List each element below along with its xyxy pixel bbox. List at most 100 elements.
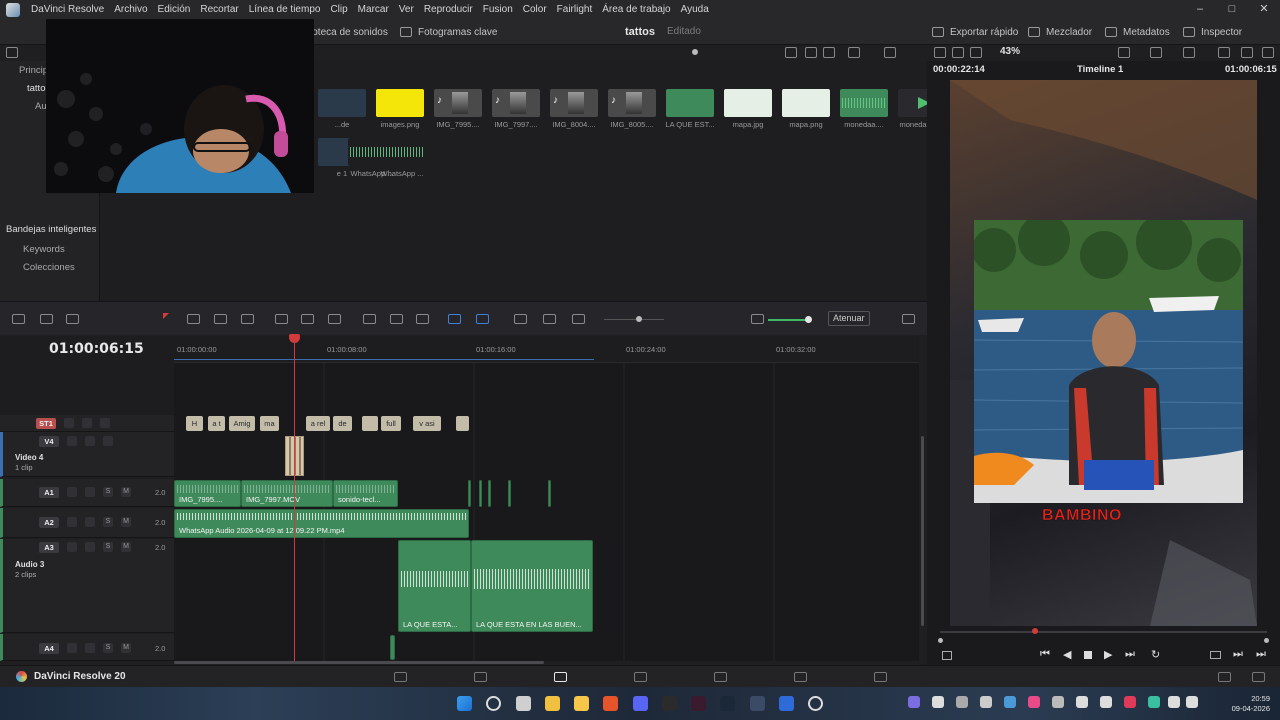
tray-icon[interactable] (1100, 696, 1112, 708)
auto-select-icon[interactable] (82, 418, 92, 428)
track-scrollbar[interactable] (921, 436, 924, 626)
play-icon[interactable]: ▶ (1104, 648, 1112, 661)
settings-gear-icon[interactable] (1252, 672, 1265, 682)
bin-audio[interactable]: Au (35, 101, 47, 112)
audio-clip-a1[interactable]: IMG_7995.... (174, 480, 241, 507)
app-icon[interactable] (779, 696, 794, 711)
media-thumbnail[interactable] (318, 89, 366, 117)
tray-icon[interactable] (932, 696, 944, 708)
tray-icon[interactable] (1052, 696, 1064, 708)
solo-button[interactable]: S (103, 517, 113, 527)
menu-color[interactable]: Color (518, 4, 552, 15)
list-view-icon[interactable] (823, 47, 835, 58)
subtitle-clip[interactable]: v asi (413, 416, 441, 431)
overwrite-clip-icon[interactable] (301, 314, 314, 324)
expand-icon[interactable] (1183, 47, 1195, 58)
subtitle-clip[interactable]: ma (260, 416, 279, 431)
track-header-st1[interactable]: ST1 (0, 415, 174, 432)
tray-icon[interactable] (980, 696, 992, 708)
attenuate-button[interactable]: Atenuar (828, 311, 870, 326)
track-header-a4[interactable]: A4 S M 2.0 (0, 634, 174, 661)
close-icon[interactable]: ✕ (1248, 0, 1280, 19)
mute-button[interactable]: M (121, 517, 131, 527)
speaker-icon[interactable] (1186, 696, 1198, 708)
strip-view-icon[interactable] (785, 47, 797, 58)
tray-icon[interactable] (1076, 696, 1088, 708)
task-view-icon[interactable] (516, 696, 531, 711)
audio-clip-a1[interactable] (488, 480, 491, 507)
safe-area-icon[interactable] (970, 47, 982, 58)
menu-edicion[interactable]: Edición (153, 4, 196, 15)
loop-icon[interactable]: ↻ (1151, 648, 1160, 661)
lock-icon[interactable] (67, 643, 77, 653)
subtitle-clip[interactable]: full (381, 416, 401, 431)
fusion-page-icon[interactable] (634, 672, 647, 682)
sort-icon[interactable] (884, 47, 896, 58)
fairlight-page-icon[interactable] (794, 672, 807, 682)
davinci-taskbar-icon[interactable] (750, 696, 765, 711)
tray-icon[interactable] (1124, 696, 1136, 708)
viewer-crop-icon[interactable] (942, 651, 952, 660)
start-icon[interactable] (457, 696, 472, 711)
search-icon[interactable] (486, 696, 501, 711)
bin-tattos[interactable]: tatto (27, 83, 46, 94)
menu-reproducir[interactable]: Reproducir (419, 4, 478, 15)
playhead[interactable] (294, 336, 295, 661)
widgets-icon[interactable] (545, 696, 560, 711)
fullscreen-icon[interactable] (1262, 47, 1274, 58)
track-header-a2[interactable]: A2 S M 2.0 (0, 508, 174, 538)
wifi-icon[interactable] (1168, 696, 1180, 708)
smart-bin-keywords[interactable]: Keywords (23, 244, 65, 255)
tray-icon[interactable] (1028, 696, 1040, 708)
skip-start-icon[interactable]: ⏮ (1040, 648, 1050, 661)
deliver-page-icon[interactable] (874, 672, 887, 682)
subtitle-clip[interactable]: H (186, 416, 203, 431)
marker-icon[interactable] (476, 314, 489, 324)
zoom-slider-knob[interactable] (636, 316, 642, 322)
dual-viewer-icon[interactable] (1241, 47, 1253, 58)
steam-icon[interactable] (720, 696, 735, 711)
subtitle-clip[interactable]: a rel (306, 416, 330, 431)
menu-ayuda[interactable]: Ayuda (676, 4, 714, 15)
viewer-zoom[interactable]: 43% (1000, 45, 1020, 59)
smart-bin-collections[interactable]: Colecciones (23, 262, 75, 273)
system-clock[interactable]: 20:59 09-04-2026 (1232, 694, 1270, 714)
minimize-icon[interactable]: – (1184, 0, 1216, 19)
app-icon[interactable] (691, 696, 706, 711)
track-view-icon[interactable] (40, 314, 53, 324)
tray-icon[interactable] (908, 696, 920, 708)
metadata-button[interactable]: Metadatos (1105, 19, 1170, 45)
zoom-slider-track[interactable] (604, 319, 664, 320)
volume-slider[interactable] (768, 319, 808, 321)
replace-clip-icon[interactable] (328, 314, 341, 324)
search-icon[interactable] (848, 47, 860, 58)
subtitle-icon[interactable] (100, 418, 110, 428)
next-edit-icon[interactable]: ⏭ (1233, 648, 1243, 661)
track-header-a1[interactable]: A1 S M 2.0 (0, 479, 174, 507)
zoom-detail-icon[interactable] (543, 314, 556, 324)
timeline-scrollbar[interactable] (174, 661, 544, 664)
media-thumbnail[interactable]: ♪ (434, 89, 482, 117)
selection-tool-icon[interactable] (163, 313, 169, 319)
media-thumbnail[interactable] (724, 89, 772, 117)
trim-tool-icon[interactable] (187, 314, 200, 324)
voiceover-icon[interactable] (66, 314, 79, 324)
brave-icon[interactable] (603, 696, 618, 711)
media-thumbnail[interactable] (840, 89, 888, 117)
auto-select-icon[interactable] (85, 517, 95, 527)
play-reverse-icon[interactable]: ◀ (1063, 648, 1071, 661)
skip-end-icon[interactable]: ⏭ (1125, 648, 1135, 661)
thumb-size-slider[interactable] (692, 49, 698, 55)
menu-linea-tiempo[interactable]: Línea de tiempo (244, 4, 326, 15)
audio-clip-a3[interactable]: LA QUE ESTA EN LAS BUEN... (471, 540, 593, 632)
audio-clip-a1[interactable]: sonido-tecl... (333, 480, 398, 507)
auto-select-icon[interactable] (85, 436, 95, 446)
viewer-scrubber[interactable] (940, 631, 1267, 633)
audio-clip-a1[interactable] (508, 480, 511, 507)
auto-select-icon[interactable] (85, 487, 95, 497)
auto-select-icon[interactable] (85, 643, 95, 653)
crop-icon[interactable] (1118, 47, 1130, 58)
audio-clip-a1[interactable] (548, 480, 551, 507)
audio-clip-a1[interactable]: IMG_7997.MOV (241, 480, 333, 507)
lock-icon[interactable] (416, 314, 429, 324)
